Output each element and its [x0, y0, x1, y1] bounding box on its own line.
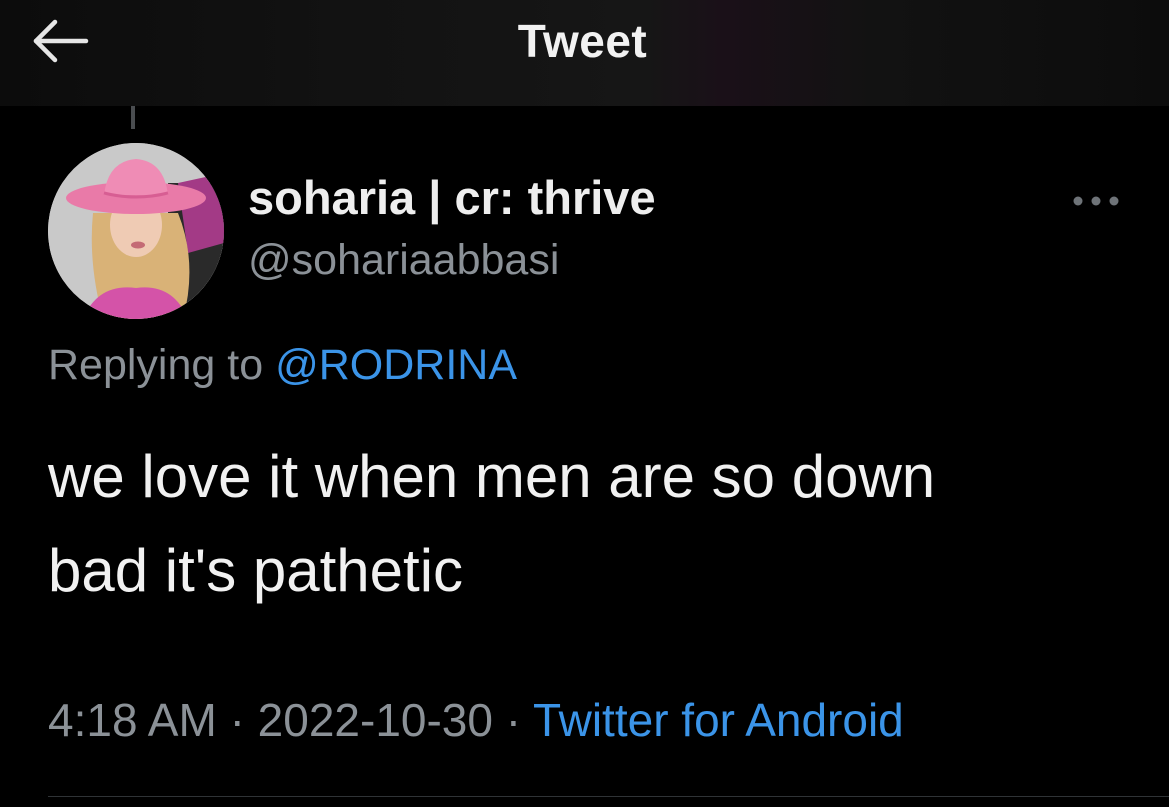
tweet-time: 4:18 AM	[48, 694, 217, 746]
thread-connector-line	[131, 106, 135, 129]
author-handle[interactable]: @sohariaabbasi	[248, 236, 559, 285]
top-bar: Tweet	[0, 0, 1169, 106]
tweet-meta: 4:18 AM · 2022-10-30 · Twitter for Andro…	[48, 693, 904, 747]
divider	[48, 796, 1169, 797]
meta-separator: ·	[229, 694, 245, 746]
tweet-source-link[interactable]: Twitter for Android	[533, 694, 904, 746]
replying-to-line: Replying to @RODRINA	[48, 341, 517, 390]
more-options-icon[interactable]	[1068, 188, 1124, 214]
author-display-name[interactable]: soharia | cr: thrive	[248, 170, 656, 225]
replying-to-label: Replying to	[48, 341, 264, 389]
reply-mention-link[interactable]: @RODRINA	[275, 341, 517, 389]
avatar[interactable]	[48, 143, 224, 319]
tweet-text: we love it when men are so down bad it's…	[48, 443, 936, 604]
page-title: Tweet	[517, 15, 648, 67]
meta-separator: ·	[505, 694, 522, 746]
tweet-date: 2022-10-30	[257, 694, 493, 746]
